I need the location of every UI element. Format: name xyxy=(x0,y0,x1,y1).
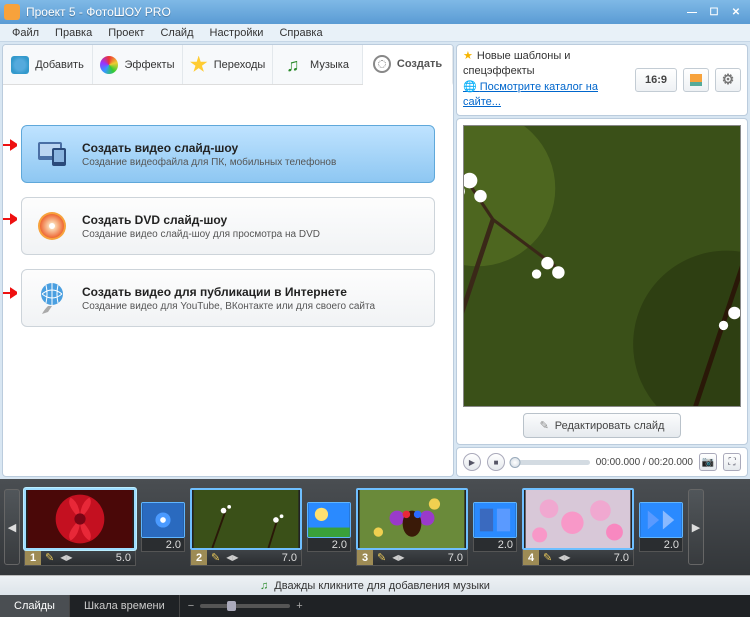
zoom-in-icon[interactable]: + xyxy=(296,600,302,612)
transition-thumbnail[interactable] xyxy=(639,502,683,538)
tutorial-arrow-icon xyxy=(2,287,17,299)
slide-thumbnail[interactable] xyxy=(522,488,634,550)
star-icon: ★ xyxy=(463,50,473,62)
slide-thumbnail[interactable] xyxy=(24,488,136,550)
transition-2[interactable]: 2.0 xyxy=(306,502,352,552)
close-button[interactable]: ✕ xyxy=(726,4,746,20)
zoom-slider[interactable] xyxy=(200,604,290,608)
display-mode-button[interactable] xyxy=(683,68,709,92)
tab-add[interactable]: Добавить xyxy=(3,45,93,84)
slide-thumbnail[interactable] xyxy=(190,488,302,550)
tab-effects[interactable]: Эффекты xyxy=(93,45,183,84)
dvd-icon xyxy=(34,208,70,244)
playback-bar: ▶ ■ 00:00.000 / 00:20.000 📷 ⛶ xyxy=(456,447,748,477)
aspect-ratio-button[interactable]: 16:9 xyxy=(635,68,677,92)
menu-project[interactable]: Проект xyxy=(100,25,152,41)
transition-thumbnail[interactable] xyxy=(141,502,185,538)
stop-button[interactable]: ■ xyxy=(487,453,505,471)
tutorial-arrow-icon xyxy=(2,213,17,225)
pencil-icon[interactable]: ✎ xyxy=(207,551,224,564)
create-panel: Создать видео слайд-шоу Создание видеофа… xyxy=(3,85,453,476)
tab-create[interactable]: Создать xyxy=(363,45,453,85)
menu-slide[interactable]: Слайд xyxy=(152,25,201,41)
music-track[interactable]: ♫Дважды кликните для добавления музыки xyxy=(0,575,750,595)
play-button[interactable]: ▶ xyxy=(463,453,481,471)
pencil-icon[interactable]: ✎ xyxy=(373,551,390,564)
tab-slides-view[interactable]: Слайды xyxy=(0,595,70,617)
option-title: Создать видео для публикации в Интернете xyxy=(82,285,375,299)
globe-icon xyxy=(34,280,70,316)
slide-info-bar: 1✎◀▶5.0 xyxy=(24,550,136,566)
pencil-icon: ✎ xyxy=(540,419,549,432)
slide-4[interactable]: 4✎◀▶7.0 xyxy=(522,488,634,566)
minimize-button[interactable]: — xyxy=(682,4,702,20)
tab-music[interactable]: ♫Музыка xyxy=(273,45,363,84)
tab-timeline-view[interactable]: Шкала времени xyxy=(70,595,180,617)
settings-button[interactable]: ⚙ xyxy=(715,68,741,92)
slide-2[interactable]: 2✎◀▶7.0 xyxy=(190,488,302,566)
transition-thumbnail[interactable] xyxy=(307,502,351,538)
option-desc: Создание видео для YouTube, ВКонтакте ил… xyxy=(82,301,375,312)
transition-3[interactable]: 2.0 xyxy=(472,502,518,552)
zoom-out-icon[interactable]: − xyxy=(188,600,194,612)
slide-3[interactable]: 3✎◀▶7.0 xyxy=(356,488,468,566)
main-tabs: Добавить Эффекты Переходы ♫Музыка Создат… xyxy=(3,45,453,85)
camera-icon xyxy=(11,56,29,74)
slide-info-bar: 2✎◀▶7.0 xyxy=(190,550,302,566)
seek-slider[interactable] xyxy=(511,460,590,465)
preview-image xyxy=(463,125,741,407)
tab-transitions[interactable]: Переходы xyxy=(183,45,273,84)
titlebar: Проект 5 - ФотоШОУ PRO — ☐ ✕ xyxy=(0,0,750,24)
zoom-control: − + xyxy=(180,595,750,617)
globe-icon: 🌐 xyxy=(463,81,480,93)
create-dvd-slideshow[interactable]: Создать DVD слайд-шоу Создание видео сла… xyxy=(21,197,435,255)
slides-row: ◀ 1✎◀▶5.0 2.0 2✎◀▶7.0 2.0 xyxy=(0,479,750,575)
monitor-icon xyxy=(34,136,70,172)
edit-slide-button[interactable]: ✎Редактировать слайд xyxy=(523,413,682,438)
option-desc: Создание видео слайд-шоу для просмотра н… xyxy=(82,229,320,240)
slide-thumbnail[interactable] xyxy=(356,488,468,550)
palette-icon xyxy=(100,56,118,74)
info-line1: ★Новые шаблоны и спецэффекты xyxy=(463,49,629,80)
slide-1[interactable]: 1✎◀▶5.0 xyxy=(24,488,136,566)
gear-icon: ⚙ xyxy=(722,71,735,88)
star-icon xyxy=(190,56,208,74)
menu-help[interactable]: Справка xyxy=(271,25,330,41)
transition-1[interactable]: 2.0 xyxy=(140,502,186,552)
option-desc: Создание видеофайла для ПК, мобильных те… xyxy=(82,157,336,168)
slide-info-bar: 3✎◀▶7.0 xyxy=(356,550,468,566)
fullscreen-button[interactable]: ⛶ xyxy=(723,453,741,471)
snapshot-button[interactable]: 📷 xyxy=(699,453,717,471)
menu-file[interactable]: Файл xyxy=(4,25,47,41)
music-note-icon: ♫ xyxy=(286,56,304,74)
transition-4[interactable]: 2.0 xyxy=(638,502,684,552)
menubar: Файл Правка Проект Слайд Настройки Справ… xyxy=(0,24,750,42)
bottom-tabs: Слайды Шкала времени − + xyxy=(0,595,750,617)
option-title: Создать DVD слайд-шоу xyxy=(82,213,320,227)
time-display: 00:00.000 / 00:20.000 xyxy=(596,457,693,468)
info-catalog-link[interactable]: 🌐 Посмотрите каталог на сайте... xyxy=(463,80,629,111)
transition-thumbnail[interactable] xyxy=(473,502,517,538)
app-icon xyxy=(4,4,20,20)
info-panel: ★Новые шаблоны и спецэффекты 🌐 Посмотрит… xyxy=(456,44,748,116)
menu-settings[interactable]: Настройки xyxy=(202,25,272,41)
create-internet-video[interactable]: Создать видео для публикации в Интернете… xyxy=(21,269,435,327)
preview-panel: ✎Редактировать слайд xyxy=(456,118,748,445)
slide-info-bar: 4✎◀▶7.0 xyxy=(522,550,634,566)
scroll-right-button[interactable]: ▶ xyxy=(688,489,704,565)
pencil-icon[interactable]: ✎ xyxy=(539,551,556,564)
right-panel: ★Новые шаблоны и спецэффекты 🌐 Посмотрит… xyxy=(456,44,748,477)
music-note-icon: ♫ xyxy=(260,580,268,592)
scroll-left-button[interactable]: ◀ xyxy=(4,489,20,565)
menu-edit[interactable]: Правка xyxy=(47,25,100,41)
option-title: Создать видео слайд-шоу xyxy=(82,141,336,155)
left-panel: Добавить Эффекты Переходы ♫Музыка Создат… xyxy=(2,44,454,477)
window-title: Проект 5 - ФотоШОУ PRO xyxy=(26,5,682,19)
tutorial-arrow-icon xyxy=(2,139,17,151)
pencil-icon[interactable]: ✎ xyxy=(41,551,58,564)
reel-icon xyxy=(373,55,391,73)
create-video-slideshow[interactable]: Создать видео слайд-шоу Создание видеофа… xyxy=(21,125,435,183)
maximize-button[interactable]: ☐ xyxy=(704,4,724,20)
timeline: ◀ 1✎◀▶5.0 2.0 2✎◀▶7.0 2.0 xyxy=(0,479,750,595)
